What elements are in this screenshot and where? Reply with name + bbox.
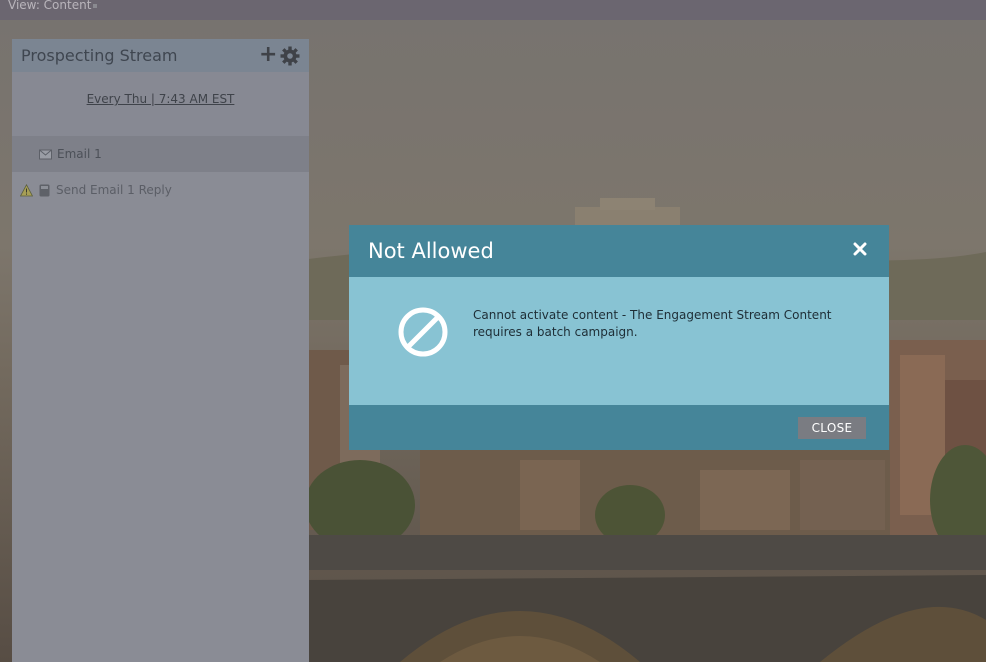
dialog-footer: CLOSE [349,405,889,450]
list-item-label: Email 1 [57,147,102,161]
warning-icon [20,183,33,196]
stream-panel: Prospecting Stream + Every Thu | 7:43 AM… [12,39,309,208]
list-item-label: Send Email 1 Reply [56,183,172,197]
schedule-area: Every Thu | 7:43 AM EST [12,72,309,136]
view-bar: View: Content [0,0,986,20]
view-label: View: Content [8,0,92,12]
not-allowed-dialog: Not Allowed Cannot activate content - Th… [349,225,889,450]
list-item[interactable]: Email 1 [12,136,309,172]
close-button[interactable]: CLOSE [798,417,866,439]
plus-icon[interactable]: + [259,44,277,66]
stream-title: Prospecting Stream [21,46,178,65]
dialog-message: Cannot activate content - The Engagement… [473,308,832,339]
email-icon [39,149,52,159]
campaign-icon [39,184,50,196]
dialog-title: Not Allowed [368,239,494,263]
schedule-link[interactable]: Every Thu | 7:43 AM EST [87,92,235,106]
stream-header: Prospecting Stream + [12,39,309,72]
list-item[interactable]: Send Email 1 Reply [12,172,309,208]
dialog-header: Not Allowed [349,225,889,277]
no-entry-icon [398,307,448,357]
dialog-body: Cannot activate content - The Engagement… [349,277,889,405]
gear-icon[interactable] [280,46,300,66]
page-stage: View: Content Prospecting Stream + Every… [0,0,986,662]
close-icon[interactable] [853,242,867,256]
view-dropdown-indicator[interactable] [93,3,98,8]
